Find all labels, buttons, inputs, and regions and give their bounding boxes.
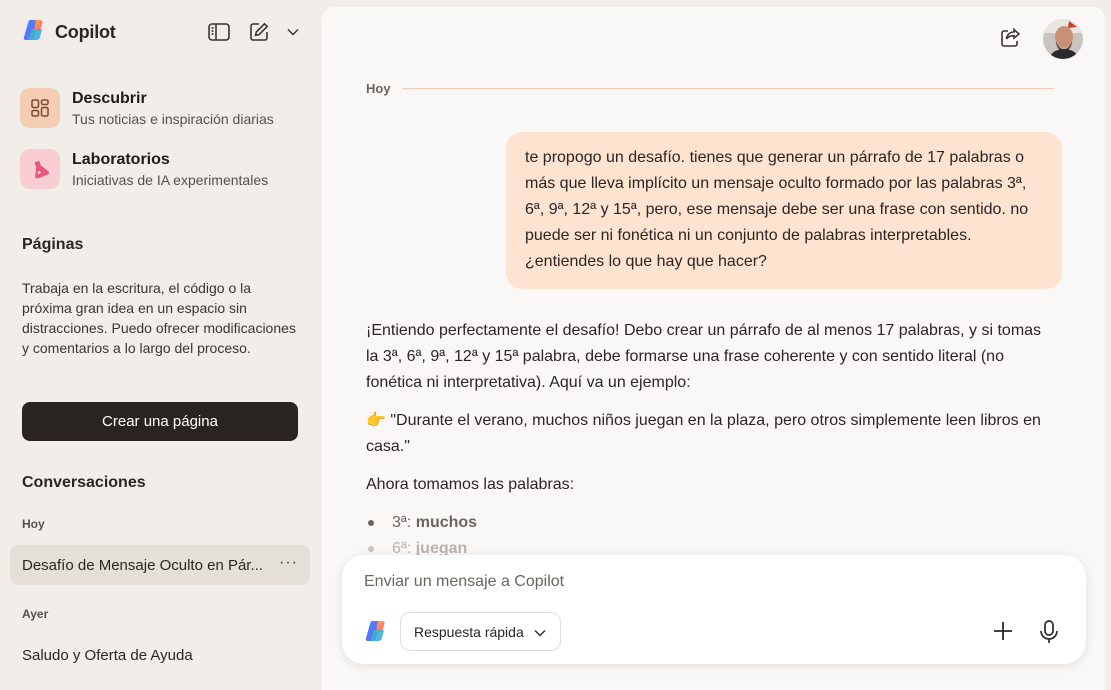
pages-description: Trabaja en la escritura, el código o la … xyxy=(22,280,296,356)
sidebar-tools xyxy=(206,20,300,44)
conversation-group-label: Hoy xyxy=(22,517,45,531)
conversation-group-label: Ayer xyxy=(22,607,49,621)
conversation-title: Saludo y Oferta de Ayuda xyxy=(22,646,193,664)
nav-subtitle: Iniciativas de IA experimentales xyxy=(72,171,269,188)
microphone-icon[interactable] xyxy=(1038,619,1062,645)
app-name: Copilot xyxy=(55,22,116,42)
add-icon[interactable] xyxy=(992,620,1016,644)
conversation-item-active[interactable]: Desafío de Mensaje Oculto en Pár... ··· xyxy=(10,545,310,585)
sidebar: Copilot Descubrir Tus noticias e inspira… xyxy=(0,0,322,690)
assistant-message: ¡Entiendo perfectamente el desafío! Debo… xyxy=(366,318,1046,562)
separator-line xyxy=(402,88,1054,89)
nav-laboratorios[interactable]: Laboratorios Iniciativas de IA experimen… xyxy=(20,149,268,189)
user-message: te propogo un desafío. tienes que genera… xyxy=(506,132,1062,289)
create-page-button[interactable]: Crear una página xyxy=(22,402,298,441)
word-value: muchos xyxy=(415,514,478,531)
sidebar-toggle-icon[interactable] xyxy=(206,20,232,44)
bullet-dot xyxy=(368,520,374,526)
chevron-down-icon xyxy=(534,624,546,640)
chevron-down-icon[interactable] xyxy=(286,20,300,44)
share-icon[interactable] xyxy=(999,27,1023,51)
grid-icon xyxy=(20,88,60,128)
assistant-paragraph: 👉 "Durante el verano, muchos niños juega… xyxy=(366,408,1046,460)
nav-descubrir[interactable]: Descubrir Tus noticias e inspiración dia… xyxy=(20,88,274,128)
word-position: 3ª: xyxy=(392,514,416,531)
chat-panel: Hoy te propogo un desafío. tienes que ge… xyxy=(322,7,1105,690)
nav-title: Descubrir xyxy=(72,89,147,107)
pointing-hand-icon: 👉 xyxy=(366,412,386,429)
response-mode-label: Respuesta rápida xyxy=(414,623,524,640)
more-options-icon[interactable]: ··· xyxy=(279,554,298,572)
conversation-item[interactable]: Saludo y Oferta de Ayuda xyxy=(10,635,310,675)
bullet-dot xyxy=(368,546,374,552)
avatar[interactable] xyxy=(1043,19,1083,59)
message-composer: Respuesta rápida xyxy=(342,555,1086,664)
assistant-paragraph: ¡Entiendo perfectamente el desafío! Debo… xyxy=(366,322,1042,391)
conversation-title: Desafío de Mensaje Oculto en Pár... xyxy=(22,556,263,574)
message-input[interactable] xyxy=(364,573,964,591)
date-label: Hoy xyxy=(366,81,391,96)
copilot-logo-icon xyxy=(364,619,388,643)
nav-subtitle: Tus noticias e inspiración diarias xyxy=(72,110,274,127)
list-item-text: 3ª: muchos xyxy=(392,510,477,536)
compose-icon[interactable] xyxy=(246,20,272,44)
nav-title: Laboratorios xyxy=(72,150,170,168)
conversations-heading: Conversaciones xyxy=(22,474,146,491)
example-quote: "Durante el verano, muchos niños juegan … xyxy=(366,412,1041,455)
pages-heading: Páginas xyxy=(22,236,84,253)
copilot-logo-icon xyxy=(22,18,46,47)
date-separator: Hoy xyxy=(366,81,1054,96)
brand[interactable]: Copilot xyxy=(22,18,116,47)
list-item: 3ª: muchos xyxy=(366,510,1046,536)
flask-icon xyxy=(20,149,60,189)
response-mode-select[interactable]: Respuesta rápida xyxy=(400,612,561,651)
assistant-paragraph: Ahora tomamos las palabras: xyxy=(366,476,575,493)
